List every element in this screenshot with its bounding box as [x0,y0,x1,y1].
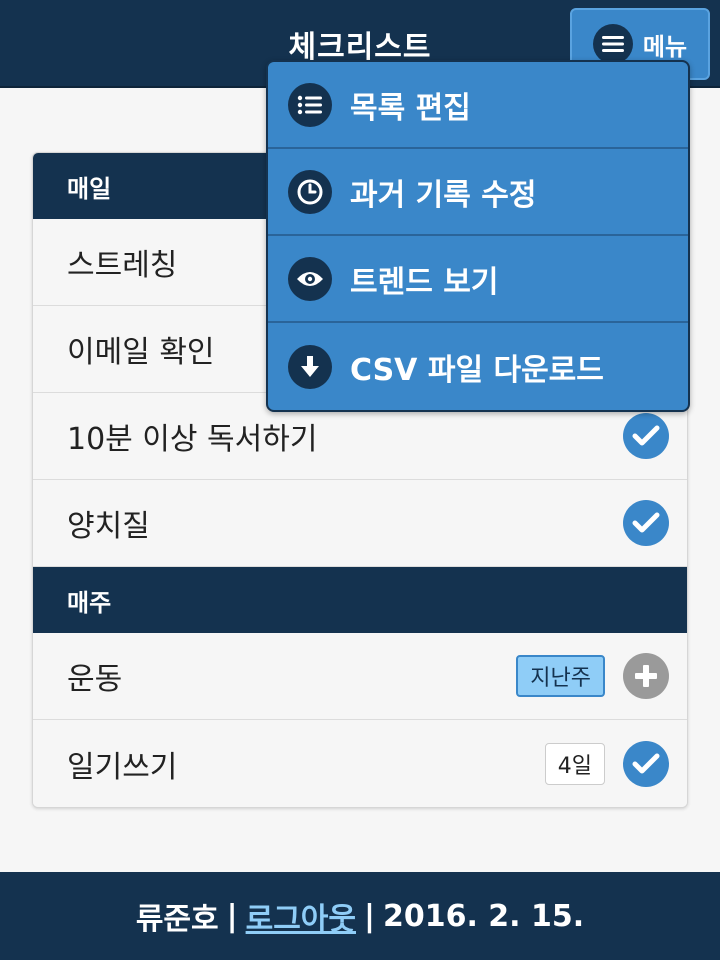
dropdown-menu: 목록 편집 과거 기록 수정 트렌드 보기 CSV 파일 다운로드 [266,60,690,412]
check-icon[interactable] [623,500,669,546]
menu-item-edit-list[interactable]: 목록 편집 [268,62,688,149]
menu-item-view-trends[interactable]: 트렌드 보기 [268,236,688,323]
menu-button-label: 메뉴 [642,32,688,61]
check-icon[interactable] [623,740,669,787]
checklist-row[interactable]: 일기쓰기 4일 [33,720,687,807]
checklist-row[interactable]: 양치질 [33,480,687,567]
footer-separator: | [364,898,375,934]
status-badge: 지난주 [516,655,605,697]
checklist-item-label: 운동 [67,662,123,697]
app-footer: 류준호 | 로그아웃 | 2016. 2. 15. [0,872,720,960]
menu-item-label: 과거 기록 수정 [350,177,537,213]
section-header-weekly: 매주 [33,567,687,633]
download-icon [288,344,332,389]
footer-separator: | [226,898,238,934]
checklist-item-label: 10분 이상 독서하기 [67,422,318,457]
user-name: 류준호 [135,902,219,937]
list-icon [288,82,332,127]
checklist-item-label: 일기쓰기 [67,749,178,785]
status-badge: 4일 [544,742,605,785]
menu-item-label: 목록 편집 [350,90,471,126]
logout-link[interactable]: 로그아웃 [246,894,356,938]
menu-item-label: 트렌드 보기 [350,264,499,300]
checklist-item-label: 양치질 [67,509,150,544]
menu-item-download-csv[interactable]: CSV 파일 다운로드 [268,323,688,410]
plus-icon[interactable] [623,653,669,699]
check-icon[interactable] [623,413,669,459]
hamburger-icon [592,24,633,64]
eye-icon [288,256,332,301]
footer-date: 2016. 2. 15. [382,898,585,934]
checklist-row[interactable]: 운동 지난주 [33,633,687,720]
menu-item-label: CSV 파일 다운로드 [350,352,604,388]
clock-icon [288,169,332,214]
menu-item-edit-history[interactable]: 과거 기록 수정 [268,149,688,236]
